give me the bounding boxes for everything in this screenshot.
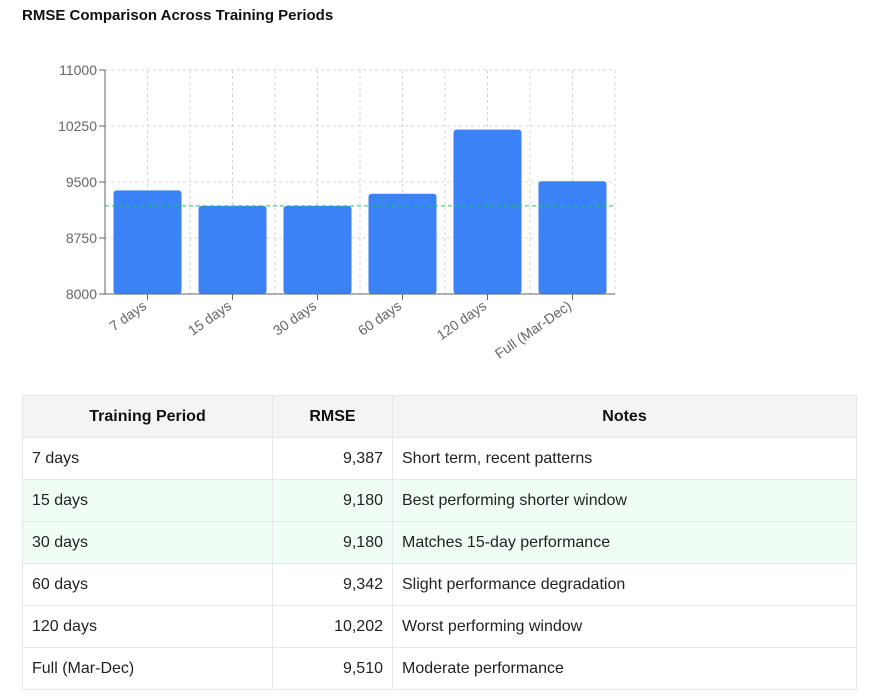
- cell-notes: Short term, recent patterns: [392, 437, 857, 480]
- cell-period: 30 days: [22, 521, 273, 564]
- cell-period: Full (Mar-Dec): [22, 647, 273, 690]
- x-tick-label: Full (Mar-Dec): [492, 297, 574, 361]
- x-tick-label: 15 days: [185, 297, 234, 338]
- cell-notes: Best performing shorter window: [392, 479, 857, 522]
- table-header-row: Training Period RMSE Notes: [22, 395, 857, 438]
- cell-rmse: 9,180: [272, 479, 393, 522]
- y-tick-label: 8000: [66, 286, 97, 302]
- table-row: Full (Mar-Dec) 9,510 Moderate performanc…: [22, 647, 857, 690]
- cell-period: 120 days: [22, 605, 273, 648]
- table-row: 15 days 9,180 Best performing shorter wi…: [22, 479, 857, 522]
- header-notes: Notes: [392, 395, 857, 438]
- cell-notes: Worst performing window: [392, 605, 857, 648]
- cell-rmse: 9,510: [272, 647, 393, 690]
- cell-rmse: 10,202: [272, 605, 393, 648]
- cell-notes: Slight performance degradation: [392, 563, 857, 606]
- cell-period: 7 days: [22, 437, 273, 480]
- cell-notes: Matches 15-day performance: [392, 521, 857, 564]
- rmse-bar-chart: 8000 8750 9500 10250 11000 7 days 15 days 30 d…: [58, 62, 616, 362]
- cell-notes: Moderate performance: [392, 647, 857, 690]
- cell-rmse: 9,342: [272, 563, 393, 606]
- header-training-period: Training Period: [22, 395, 273, 438]
- x-tick-label: 120 days: [433, 297, 489, 343]
- rmse-table: Training Period RMSE Notes 7 days 9,387 …: [22, 395, 857, 690]
- cell-period: 60 days: [22, 563, 273, 606]
- x-tick-labels: 7 days 15 days 30 days 60 days 120 days Full …: [106, 297, 574, 361]
- cell-period: 15 days: [22, 479, 273, 522]
- table-row: 60 days 9,342 Slight performance degrada…: [22, 563, 857, 606]
- bar: [283, 205, 352, 294]
- bar: [198, 205, 267, 294]
- x-tick-label: 60 days: [355, 297, 404, 338]
- y-tick-label: 10250: [58, 118, 97, 134]
- y-tick-label: 9500: [66, 174, 97, 190]
- cell-rmse: 9,180: [272, 521, 393, 564]
- table-row: 7 days 9,387 Short term, recent patterns: [22, 437, 857, 480]
- y-tick-label: 11000: [59, 62, 97, 78]
- table-row: 120 days 10,202 Worst performing window: [22, 605, 857, 648]
- header-rmse: RMSE: [272, 395, 393, 438]
- bar: [453, 129, 522, 294]
- y-axis-ticks: 8000 8750 9500 10250 11000: [58, 62, 105, 302]
- cell-rmse: 9,387: [272, 437, 393, 480]
- x-axis-ticks: 7 days 15 days 30 days 60 days 120 days Full …: [106, 294, 574, 362]
- x-tick-label: 7 days: [106, 297, 149, 334]
- bar: [538, 181, 607, 294]
- y-tick-label: 8750: [66, 230, 97, 246]
- bar: [368, 193, 437, 294]
- table-row: 30 days 9,180 Matches 15-day performance: [22, 521, 857, 564]
- x-tick-label: 30 days: [270, 297, 319, 338]
